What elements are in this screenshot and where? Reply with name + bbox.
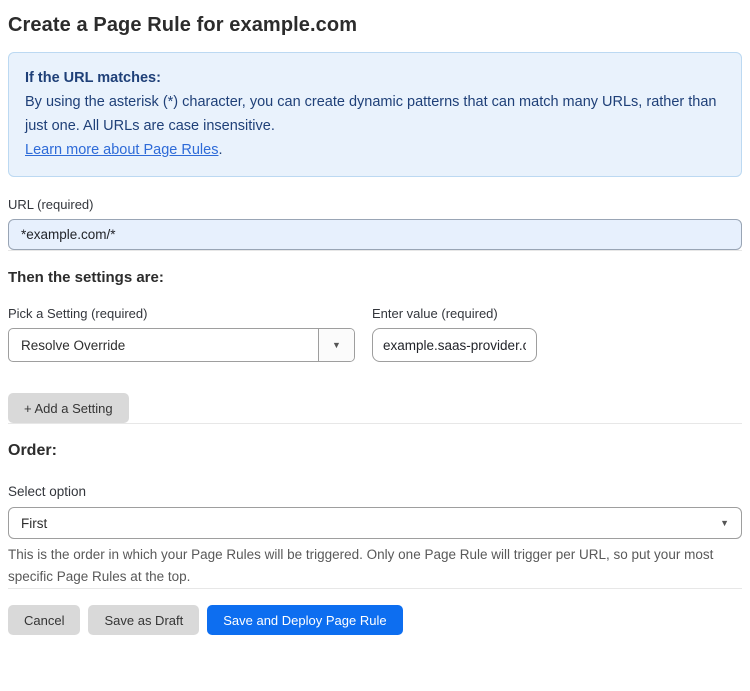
info-box-heading: If the URL matches: [25,70,161,86]
url-field-label: URL (required) [8,197,94,212]
setting-select-column: Pick a Setting (required) Resolve Overri… [8,286,355,362]
setting-select-arrow-section[interactable]: ▼ [318,329,354,361]
cancel-button[interactable]: Cancel [8,605,81,635]
footer-divider [8,588,742,589]
learn-more-link[interactable]: Learn more about Page Rules [25,142,218,158]
chevron-down-icon: ▼ [720,517,729,528]
chevron-down-icon: ▼ [332,339,341,350]
section-divider [8,423,742,424]
settings-section-heading: Then the settings are: [8,269,164,286]
url-match-info-box: If the URL matches: By using the asteris… [8,52,742,177]
order-select-value: First [21,515,48,531]
url-input[interactable] [8,219,742,250]
setting-select-label: Pick a Setting (required) [8,306,148,321]
setting-select-value: Resolve Override [21,337,126,353]
add-setting-button[interactable]: + Add a Setting [8,393,129,423]
page-title: Create a Page Rule for example.com [8,14,358,36]
page-rule-form: Create a Page Rule for example.com If th… [0,0,750,635]
save-and-deploy-button[interactable]: Save and Deploy Page Rule [207,605,403,635]
setting-value-input[interactable] [372,328,537,362]
setting-value-column: Enter value (required) [372,286,537,362]
settings-row: Pick a Setting (required) Resolve Overri… [8,286,742,362]
order-help-text: This is the order in which your Page Rul… [8,547,714,584]
value-field-label: Enter value (required) [372,306,498,321]
link-suffix-period: . [218,142,223,158]
order-select-label: Select option [8,484,87,499]
section-divider [8,250,742,251]
setting-select[interactable]: Resolve Override ▼ [8,328,355,362]
order-section-heading: Order: [8,442,57,459]
order-select[interactable]: First ▼ [8,507,742,539]
save-as-draft-button[interactable]: Save as Draft [88,605,200,635]
footer-actions: Cancel Save as Draft Save and Deploy Pag… [8,605,742,635]
info-box-link-line: Learn more about Page Rules. [25,138,725,162]
info-box-body: By using the asterisk (*) character, you… [25,94,717,134]
